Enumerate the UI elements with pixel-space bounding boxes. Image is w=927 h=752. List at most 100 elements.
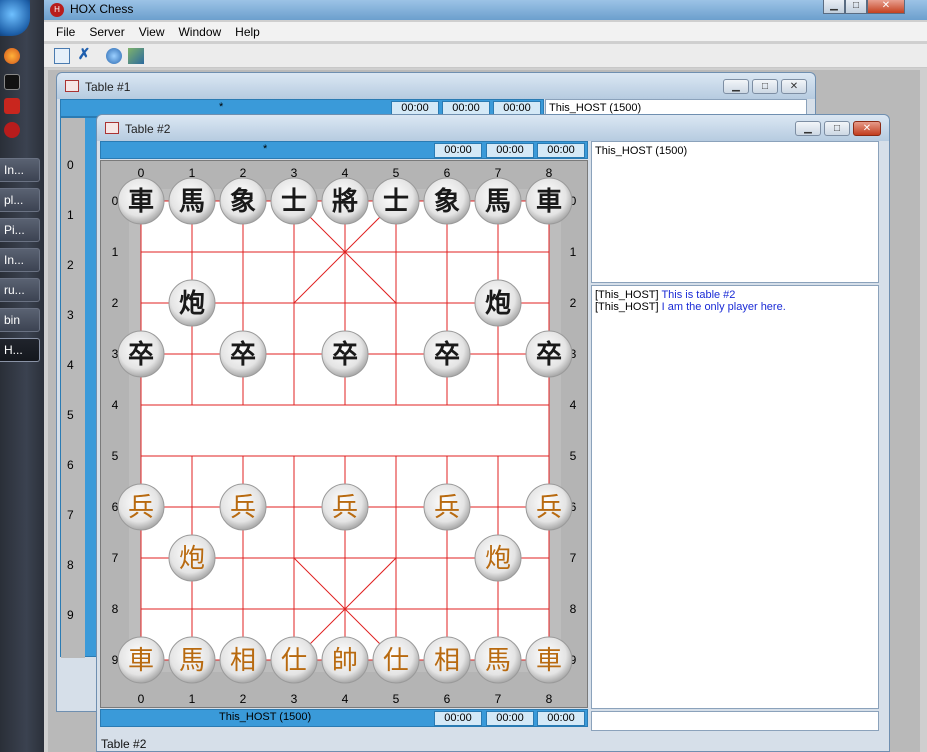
taskbar-item[interactable]: In... — [0, 248, 40, 272]
red-piece[interactable]: 馬 — [168, 636, 216, 684]
piece-glyph: 車 — [536, 187, 562, 217]
chat-input[interactable] — [591, 711, 879, 731]
black-piece[interactable]: 炮 — [168, 279, 216, 327]
table1-close-button[interactable]: ✕ — [781, 79, 807, 94]
maximize-button[interactable]: □ — [845, 0, 867, 14]
black-piece[interactable]: 馬 — [474, 177, 522, 225]
black-piece[interactable]: 卒 — [219, 330, 267, 378]
black-piece[interactable]: 卒 — [525, 330, 573, 378]
hox-app-icon[interactable]: H — [50, 3, 64, 17]
table2-maximize-button[interactable]: □ — [824, 121, 850, 136]
table2-title: Table #2 — [125, 122, 171, 136]
table1-minimize-button[interactable]: ▁ — [723, 79, 749, 94]
black-piece[interactable]: 卒 — [117, 330, 165, 378]
menu-help[interactable]: Help — [235, 25, 260, 39]
board-canvas[interactable]: 0011223344556677880 01 12 23 34 45 56 67 78 89 9車馬… — [101, 161, 587, 707]
chat-text: This is table #2 — [661, 289, 736, 301]
red-piece[interactable]: 仕 — [372, 636, 420, 684]
close-table-icon[interactable]: ✗ — [76, 47, 92, 64]
table2-close-button[interactable]: ✕ — [853, 121, 881, 136]
piece-glyph: 士 — [281, 187, 307, 217]
connect-icon[interactable] — [106, 48, 122, 64]
piece-glyph: 兵 — [230, 493, 256, 523]
xiangqi-board[interactable]: 00112233445566778800112233445566778899車馬… — [100, 160, 588, 708]
black-piece[interactable]: 炮 — [474, 279, 522, 327]
red-piece[interactable]: 馬 — [474, 636, 522, 684]
cmd-icon[interactable] — [4, 74, 20, 90]
table1-player-name: This_HOST (1500) — [549, 102, 642, 114]
black-piece[interactable]: 士 — [270, 177, 318, 225]
red-piece[interactable]: 仕 — [270, 636, 318, 684]
piece-glyph: 炮 — [179, 544, 205, 574]
chat-sender: [This_HOST] — [595, 301, 659, 313]
minimize-button[interactable]: ▁ — [823, 0, 845, 14]
filezilla-icon[interactable] — [4, 98, 20, 114]
piece-glyph: 馬 — [485, 646, 511, 676]
table2-window[interactable]: Table #2 ▁ □ ✕ * 00:00 00:00 00:00 00112… — [96, 114, 890, 752]
chat-log-panel[interactable]: [This_HOST] This is table #2 [This_HOST]… — [591, 285, 879, 709]
taskbar-item[interactable]: In... — [0, 158, 40, 182]
menu-server[interactable]: Server — [89, 25, 124, 39]
black-piece[interactable]: 卒 — [321, 330, 369, 378]
table1-title-bar[interactable]: Table #1 ▁ □ ✕ — [57, 73, 815, 99]
piece-glyph: 車 — [128, 646, 154, 676]
table2-bottom-timer: 00:00 — [486, 711, 534, 726]
menu-window[interactable]: Window — [178, 25, 221, 39]
piece-glyph: 仕 — [281, 646, 307, 676]
taskbar-item-active[interactable]: H... — [0, 338, 40, 362]
file-label-bottom: 5 — [393, 692, 400, 706]
red-piece[interactable]: 兵 — [525, 483, 573, 531]
piece-glyph: 卒 — [230, 339, 256, 370]
red-piece[interactable]: 兵 — [321, 483, 369, 531]
taskbar-item[interactable]: bin — [0, 308, 40, 332]
chat-text: I am the only player here. — [661, 301, 786, 313]
black-piece[interactable]: 車 — [525, 177, 573, 225]
table-window-icon — [65, 80, 79, 92]
red-piece[interactable]: 兵 — [117, 483, 165, 531]
black-piece[interactable]: 象 — [423, 177, 471, 225]
main-title-bar[interactable]: H HOX Chess ▁ □ ✕ — [44, 0, 927, 20]
red-piece[interactable]: 炮 — [168, 534, 216, 582]
file-label-bottom: 0 — [138, 692, 145, 706]
red-piece[interactable]: 炮 — [474, 534, 522, 582]
red-piece[interactable]: 車 — [525, 636, 573, 684]
red-piece[interactable]: 相 — [423, 636, 471, 684]
black-piece[interactable]: 象 — [219, 177, 267, 225]
export-icon[interactable] — [128, 48, 144, 64]
table1-rank-label: 0 — [67, 158, 74, 172]
firefox-icon[interactable] — [4, 48, 20, 64]
new-table-icon[interactable] — [54, 48, 70, 64]
taskbar-item[interactable]: pl... — [0, 188, 40, 212]
start-button[interactable] — [0, 0, 30, 36]
players-list-panel[interactable]: This_HOST (1500) — [591, 141, 879, 283]
black-piece[interactable]: 將 — [321, 177, 369, 225]
menu-view[interactable]: View — [139, 25, 165, 39]
red-piece[interactable]: 車 — [117, 636, 165, 684]
piece-glyph: 兵 — [128, 493, 154, 523]
red-piece[interactable]: 相 — [219, 636, 267, 684]
table2-minimize-button[interactable]: ▁ — [795, 121, 821, 136]
table1-maximize-button[interactable]: □ — [752, 79, 778, 94]
red-piece[interactable]: 兵 — [219, 483, 267, 531]
table1-rank-label: 4 — [67, 358, 74, 372]
close-button[interactable]: ✕ — [867, 0, 905, 14]
menu-file[interactable]: File — [56, 25, 75, 39]
rank-label-left: 4 — [112, 398, 119, 412]
black-piece[interactable]: 車 — [117, 177, 165, 225]
black-piece[interactable]: 馬 — [168, 177, 216, 225]
red-piece[interactable]: 帥 — [321, 636, 369, 684]
file-label-bottom: 2 — [240, 692, 247, 706]
taskbar-item[interactable]: Pi... — [0, 218, 40, 242]
table2-title-bar[interactable]: Table #2 ▁ □ ✕ — [97, 115, 889, 141]
hox-quicklaunch-icon[interactable] — [4, 122, 20, 138]
table2-bottom-timer: 00:00 — [434, 711, 482, 726]
player-list-item[interactable]: This_HOST (1500) — [595, 145, 875, 157]
table1-rank-label: 5 — [67, 408, 74, 422]
taskbar-item[interactable]: ru... — [0, 278, 40, 302]
chat-message: [This_HOST] This is table #2 — [595, 289, 875, 301]
piece-glyph: 象 — [434, 186, 460, 217]
black-piece[interactable]: 卒 — [423, 330, 471, 378]
table1-rank-label: 7 — [67, 508, 74, 522]
black-piece[interactable]: 士 — [372, 177, 420, 225]
red-piece[interactable]: 兵 — [423, 483, 471, 531]
